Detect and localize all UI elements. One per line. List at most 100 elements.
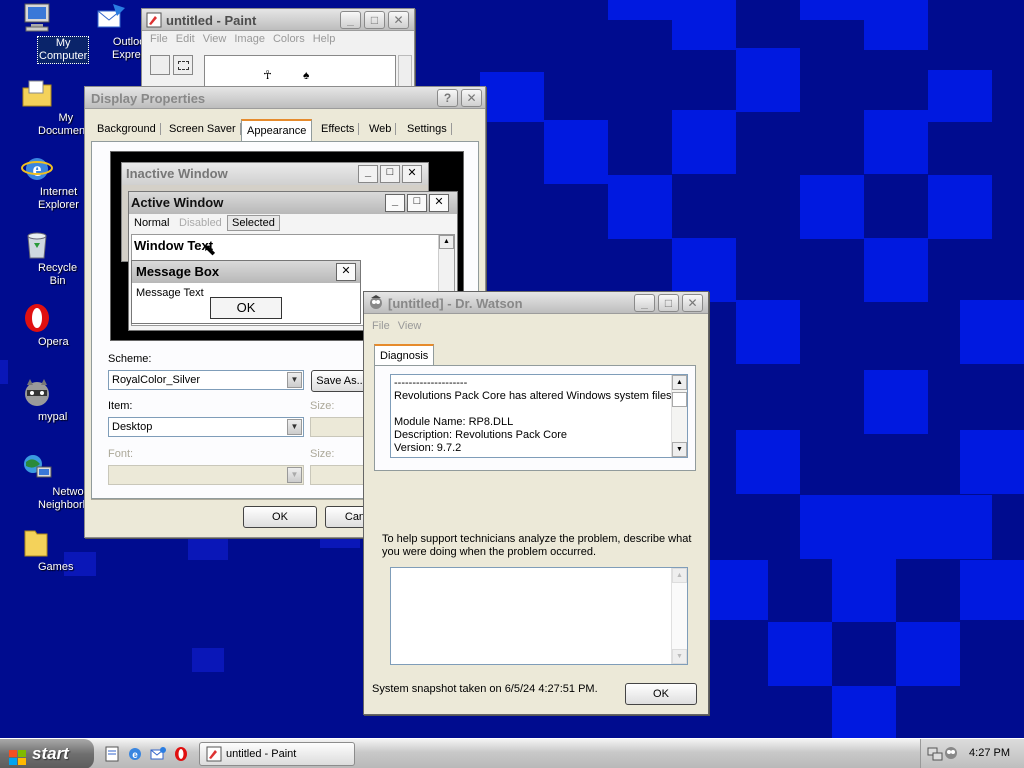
tab-screen-saver[interactable]: Screen Saver xyxy=(165,123,241,135)
quicklaunch-notepad-icon[interactable] xyxy=(104,746,120,762)
system-tray: 4:27 PM xyxy=(920,739,1024,768)
paint-titlebar[interactable]: untitled - Paint _ □ ✕ xyxy=(142,9,414,31)
pattern-block xyxy=(672,110,736,174)
tab-diagnosis[interactable]: Diagnosis xyxy=(374,344,435,366)
tab-appearance[interactable]: Appearance xyxy=(241,119,313,141)
diag-line: Description: Revolutions Pack Core xyxy=(394,429,568,441)
menu-help[interactable]: Help xyxy=(309,31,340,47)
tray-dr-watson-icon[interactable] xyxy=(943,745,959,764)
pattern-block xyxy=(736,430,800,494)
paint-app-icon xyxy=(206,746,222,768)
pattern-block xyxy=(864,0,928,50)
maximize-button[interactable]: □ xyxy=(658,294,679,312)
tab-effects[interactable]: Effects xyxy=(317,123,360,135)
close-icon: ✕ xyxy=(429,194,449,212)
desktop-icon-label: Opera xyxy=(38,336,69,348)
desktop-icon-my-documents[interactable]: My Documents xyxy=(0,78,94,137)
diagnosis-lines: -------------------- Revolutions Pack Co… xyxy=(391,375,687,457)
watson-titlebar[interactable]: [untitled] - Dr. Watson _ □ ✕ xyxy=(364,292,708,314)
desktop-icon-outlook-express[interactable]: Outlook Express xyxy=(74,2,152,61)
taskbar-button-paint[interactable]: untitled - Paint xyxy=(199,742,355,766)
pattern-block xyxy=(960,430,1024,494)
pattern-block xyxy=(864,238,928,302)
size-spinner[interactable] xyxy=(310,417,366,437)
save-as-button[interactable]: Save As... xyxy=(311,370,371,392)
pattern-block xyxy=(960,560,1024,620)
minimize-button[interactable]: _ xyxy=(634,294,655,312)
help-button[interactable]: ? xyxy=(437,89,458,107)
pattern-block xyxy=(928,495,992,559)
tab-background[interactable]: Background xyxy=(93,123,161,135)
menu-file[interactable]: File xyxy=(368,318,394,334)
pattern-block xyxy=(736,48,800,112)
scroll-down-icon[interactable]: ▼ xyxy=(672,442,687,457)
menu-image[interactable]: Image xyxy=(230,31,269,47)
quicklaunch-opera-icon[interactable] xyxy=(173,746,189,762)
diagnosis-vscrollbar[interactable]: ▲ ▼ xyxy=(671,375,687,457)
paint-app-icon xyxy=(146,12,162,28)
pattern-block xyxy=(800,495,864,559)
minimize-icon: _ xyxy=(358,165,378,183)
ok-button[interactable]: OK xyxy=(625,683,697,705)
pattern-block xyxy=(480,72,544,122)
desktop-icon-opera[interactable]: Opera xyxy=(0,302,74,348)
paint-vscrollbar[interactable] xyxy=(398,55,412,89)
pattern-block xyxy=(928,175,992,239)
close-icon: ✕ xyxy=(402,165,422,183)
font-size-select[interactable] xyxy=(310,465,366,485)
rect-select-tool-icon[interactable] xyxy=(173,55,193,75)
scroll-up-icon[interactable]: ▲ xyxy=(672,375,687,390)
scroll-down-icon[interactable]: ▼ xyxy=(672,649,687,664)
pattern-block xyxy=(768,622,832,686)
menu-file[interactable]: File xyxy=(146,31,172,47)
taskbar: start e untitled - Paint 4:27 PM xyxy=(0,738,1024,768)
maximize-button[interactable]: □ xyxy=(364,11,385,29)
display-titlebar[interactable]: Display Properties ? ✕ xyxy=(85,87,485,109)
item-select[interactable]: Desktop ▼ xyxy=(108,417,304,437)
dr-watson-window[interactable]: [untitled] - Dr. Watson _ □ ✕ File View D… xyxy=(363,291,709,715)
preview-menu-normal: Normal xyxy=(134,217,170,229)
paint-canvas[interactable]: ☥ ♠ xyxy=(204,55,396,89)
description-vscrollbar[interactable]: ▲ ▼ xyxy=(671,568,687,664)
scheme-value: RoyalColor_Silver xyxy=(112,374,201,386)
menu-edit[interactable]: Edit xyxy=(172,31,199,47)
preview-msgbox-text: Message Text xyxy=(136,287,204,299)
display-tabs: Background Screen Saver Appearance Effec… xyxy=(93,119,477,141)
canvas-figure: ♠ xyxy=(303,68,310,82)
close-button[interactable]: ✕ xyxy=(388,11,409,29)
menu-view[interactable]: View xyxy=(199,31,231,47)
preview-menu-selected: Selected xyxy=(227,215,280,231)
scheme-select[interactable]: RoyalColor_Silver ▼ xyxy=(108,370,304,390)
problem-description-textbox[interactable]: ▲ ▼ xyxy=(390,567,688,665)
close-button[interactable]: ✕ xyxy=(461,89,482,107)
font-select[interactable]: ▼ xyxy=(108,465,304,485)
desktop-icon-recycle-bin[interactable]: Recycle Bin xyxy=(0,228,77,287)
menu-view[interactable]: View xyxy=(394,318,426,334)
clock[interactable]: 4:27 PM xyxy=(969,747,1010,759)
paint-window[interactable]: untitled - Paint _ □ ✕ File Edit View Image… xyxy=(141,8,415,90)
quicklaunch-ie-icon[interactable]: e xyxy=(127,746,143,762)
desktop-icon-internet-explorer[interactable]: e Internet Explorer xyxy=(0,152,79,211)
start-button[interactable]: start xyxy=(0,739,94,768)
desktop-icon-network-neighborhood[interactable]: Network Neighborhood xyxy=(0,452,107,511)
desktop-icon-my-computer[interactable]: My Computer xyxy=(0,2,90,64)
free-select-tool-icon[interactable] xyxy=(150,55,170,75)
ok-button[interactable]: OK xyxy=(243,506,317,528)
tab-settings[interactable]: Settings xyxy=(403,123,452,135)
minimize-button[interactable]: _ xyxy=(340,11,361,29)
desktop-icon-games[interactable]: Games xyxy=(0,527,74,573)
diag-line: -------------------- xyxy=(394,377,468,389)
scroll-thumb[interactable] xyxy=(672,392,687,407)
chevron-down-icon: ▼ xyxy=(287,372,302,388)
diagnosis-textbox[interactable]: -------------------- Revolutions Pack Co… xyxy=(390,374,688,458)
tab-web[interactable]: Web xyxy=(365,123,397,135)
desktop-icon-mypal[interactable]: mypal xyxy=(0,377,74,423)
maximize-icon: □ xyxy=(380,165,400,183)
tray-network-icon[interactable] xyxy=(927,745,943,764)
quicklaunch-outlook-icon[interactable] xyxy=(150,746,166,762)
network-icon xyxy=(21,452,53,484)
scroll-up-icon[interactable]: ▲ xyxy=(672,568,687,583)
menu-colors[interactable]: Colors xyxy=(269,31,309,47)
font-label: Font: xyxy=(108,448,134,460)
close-button[interactable]: ✕ xyxy=(682,294,703,312)
